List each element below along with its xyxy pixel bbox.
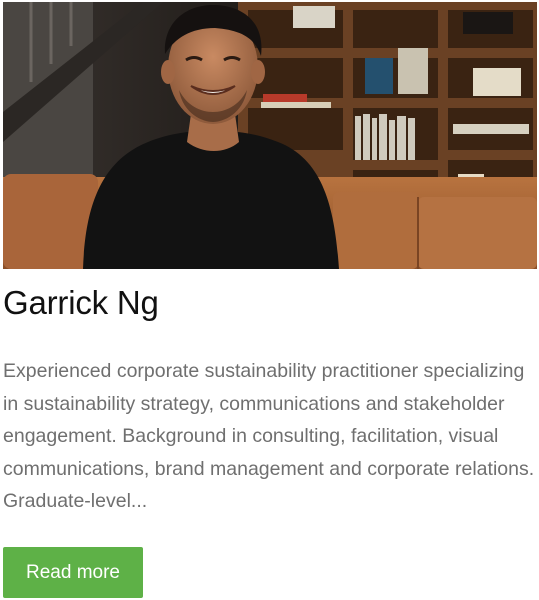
profile-bio: Experienced corporate sustainability pra… (3, 360, 535, 512)
read-more-button[interactable]: Read more (3, 547, 143, 598)
profile-photo-image (3, 2, 537, 269)
profile-card: Garrick Ng Experienced corporate sustain… (0, 0, 539, 600)
profile-name[interactable]: Garrick Ng (3, 283, 159, 323)
profile-photo[interactable] (3, 2, 537, 269)
